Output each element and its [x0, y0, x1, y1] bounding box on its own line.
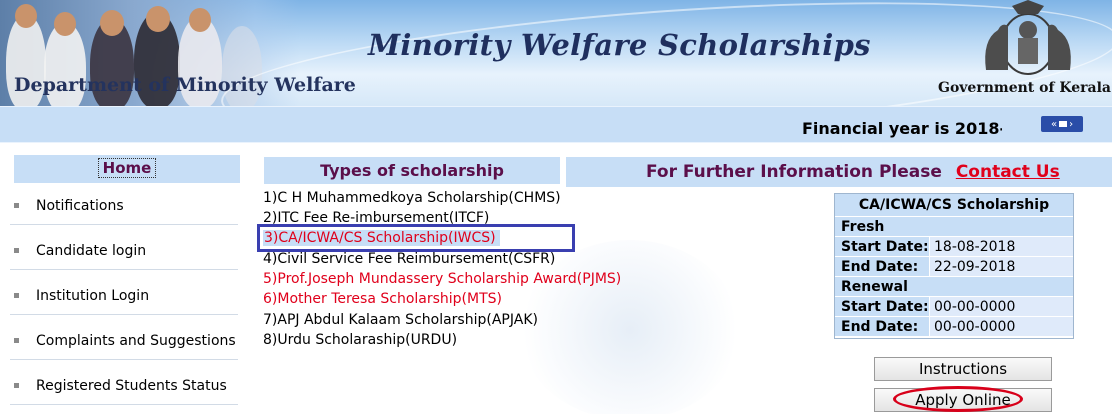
renewal-end-row: End Date: 00-00-0000 [835, 316, 1073, 336]
types-of-scholarship-heading: Types of scholarship [264, 157, 560, 184]
panel-title: CA/ICWA/CS Scholarship [835, 194, 1073, 216]
site-header: Minority Welfare Scholarships Department… [0, 0, 1112, 106]
marquee-control[interactable]: « › [1041, 116, 1083, 132]
renewal-end-key: End Date: [835, 317, 929, 336]
further-info-text: For Further Information Please [646, 162, 942, 182]
scholarship-link-urdu[interactable]: 8)Urdu Scholaraship(URDU) [263, 332, 457, 348]
bullet-icon [14, 383, 19, 388]
info-bar: Financial year is 2018-19 [0, 106, 1112, 143]
scholarship-dates-panel: CA/ICWA/CS Scholarship Fresh Start Date:… [834, 193, 1074, 339]
renewal-end-date: 00-00-0000 [929, 317, 1073, 336]
scholarship-link-chms[interactable]: 1)C H Muhammedkoya Scholarship(CHMS) [263, 190, 561, 206]
home-tab[interactable]: Home [14, 155, 240, 183]
pause-icon[interactable] [1059, 121, 1068, 127]
kerala-emblem-icon [985, 0, 1071, 75]
sidebar-item-institution-login[interactable]: Institution Login [10, 277, 238, 315]
bullet-icon [14, 293, 19, 298]
sidebar-item-label[interactable]: Notifications [36, 198, 124, 214]
bullet-icon [14, 248, 19, 253]
sidebar-item-label[interactable]: Complaints and Suggestions [36, 333, 236, 349]
sidebar-item-candidate-login[interactable]: Candidate login [10, 232, 238, 270]
sidebar-item-complaints[interactable]: Complaints and Suggestions [10, 322, 238, 360]
instructions-button[interactable]: Instructions [874, 357, 1052, 381]
sidebar-item-label[interactable]: Institution Login [36, 288, 149, 304]
apply-online-highlight-circle [893, 386, 1023, 412]
renewal-start-key: Start Date: [835, 297, 929, 316]
financial-year-marquee: Financial year is 2018-19 [802, 119, 1002, 138]
sidebar-item-registered-status[interactable]: Registered Students Status [10, 367, 238, 405]
home-link[interactable]: Home [97, 158, 157, 178]
renewal-start-date: 00-00-0000 [929, 297, 1073, 316]
fresh-start-row: Start Date: 18-08-2018 [835, 236, 1073, 256]
bullet-icon [14, 338, 19, 343]
further-info-heading: For Further Information Please Contact U… [566, 157, 1112, 187]
scholarship-link-pjms[interactable]: 5)Prof.Joseph Mundassery Scholarship Awa… [263, 271, 621, 287]
sidebar-item-label[interactable]: Registered Students Status [36, 378, 227, 394]
fresh-end-row: End Date: 22-09-2018 [835, 256, 1073, 276]
fresh-end-key: End Date: [835, 257, 929, 276]
bullet-icon [14, 203, 19, 208]
department-title: Department of Minority Welfare [14, 74, 356, 96]
contact-us-link[interactable]: Contact Us [956, 162, 1060, 182]
renewal-start-row: Start Date: 00-00-0000 [835, 296, 1073, 316]
site-title: Minority Welfare Scholarships [368, 28, 871, 62]
sidebar-item-notifications[interactable]: Notifications [10, 187, 238, 225]
scholarship-link-mts[interactable]: 6)Mother Teresa Scholarship(MTS) [263, 291, 502, 307]
forward-icon[interactable]: › [1069, 119, 1073, 130]
government-title: Government of Kerala [938, 80, 1111, 96]
renewal-label: Renewal [835, 276, 1073, 296]
scholarship-link-apjak[interactable]: 7)APJ Abdul Kalaam Scholarship(APJAK) [263, 312, 538, 328]
fresh-end-date: 22-09-2018 [929, 257, 1073, 276]
fresh-label: Fresh [835, 216, 1073, 236]
selected-scholarship-highlight [257, 224, 575, 252]
fresh-start-date: 18-08-2018 [929, 237, 1073, 256]
rewind-icon[interactable]: « [1051, 119, 1057, 130]
scholarship-link-csfr[interactable]: 4)Civil Service Fee Reimbursement(CSFR) [263, 251, 555, 267]
fresh-start-key: Start Date: [835, 237, 929, 256]
sidebar-item-label[interactable]: Candidate login [36, 243, 146, 259]
